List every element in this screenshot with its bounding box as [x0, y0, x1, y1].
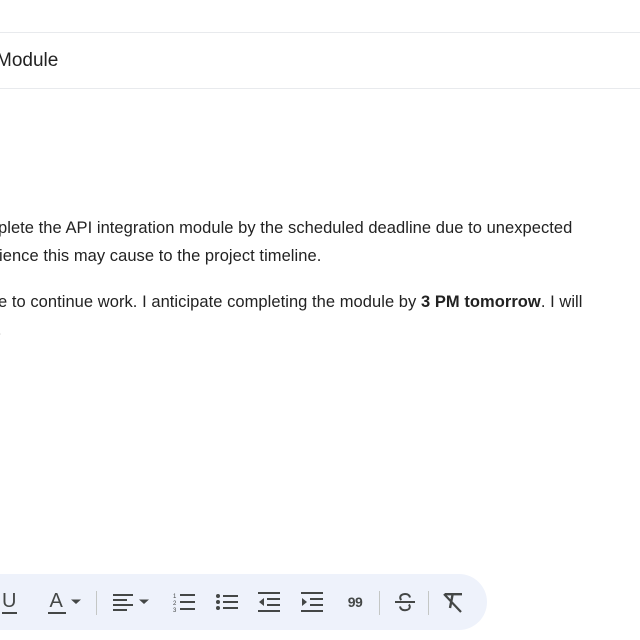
- align-icon: [112, 594, 133, 611]
- bulleted-list-icon: [216, 594, 238, 610]
- svg-text:3: 3: [173, 608, 177, 612]
- indent-less-icon: [258, 592, 280, 612]
- underline-button[interactable]: U: [0, 574, 24, 630]
- indent-less-button[interactable]: [255, 574, 283, 630]
- text-color-button[interactable]: A: [40, 574, 88, 630]
- svg-text:2: 2: [173, 601, 177, 607]
- text-color-icon: A: [47, 589, 67, 615]
- top-divider: [0, 32, 640, 33]
- formatting-toolbar: U A 1 2 3 99: [0, 574, 487, 630]
- chevron-down-icon: [138, 599, 149, 604]
- subject-divider: [0, 88, 640, 89]
- remove-formatting-icon: [443, 593, 462, 613]
- body-line: .: [0, 321, 640, 340]
- bulleted-list-button[interactable]: [213, 574, 241, 630]
- svg-text:1: 1: [173, 594, 177, 600]
- remove-formatting-button[interactable]: [438, 574, 468, 630]
- subject-field[interactable]: Module: [0, 50, 58, 72]
- body-line: e to continue work. I anticipate complet…: [0, 293, 640, 312]
- quote-icon: 99: [347, 594, 363, 610]
- numbered-list-icon: 1 2 3: [173, 594, 195, 612]
- bold-deadline-text: 3 PM tomorrow: [420, 293, 541, 311]
- underline-icon: U: [2, 590, 17, 614]
- body-line: ience this may cause to the project time…: [0, 247, 322, 265]
- body-line: plete the API integration module by the …: [0, 219, 573, 237]
- body-text-segment: . I will: [540, 293, 583, 311]
- indent-more-icon: [301, 592, 323, 612]
- align-button[interactable]: [106, 574, 156, 630]
- indent-more-button[interactable]: [298, 574, 326, 630]
- toolbar-separator: [96, 591, 97, 615]
- strikethrough-button[interactable]: [390, 574, 420, 630]
- chevron-down-icon: [70, 599, 81, 604]
- quote-button[interactable]: 99: [340, 574, 370, 630]
- toolbar-separator: [428, 591, 429, 615]
- toolbar-separator: [379, 591, 380, 615]
- numbered-list-button[interactable]: 1 2 3: [170, 574, 198, 630]
- strikethrough-icon: [395, 592, 415, 612]
- body-text-segment: e to continue work. I anticipate complet…: [0, 293, 421, 311]
